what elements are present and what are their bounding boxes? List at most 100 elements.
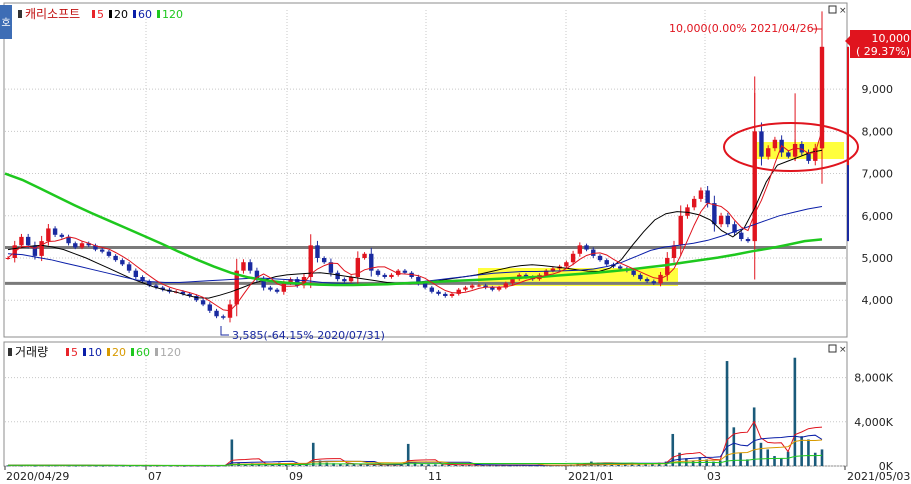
volume-bar (813, 452, 817, 466)
volume-bar (773, 456, 776, 466)
candle-body (712, 203, 717, 225)
volume-bar (718, 460, 722, 466)
price-tick-label: 7,000 (862, 168, 894, 181)
candle-body (106, 251, 112, 256)
legend-swatch (92, 10, 95, 18)
price-title-marker (18, 10, 22, 18)
candle-body (685, 207, 690, 216)
volume-bar (820, 449, 824, 466)
candle-body (691, 198, 697, 208)
volume-title-marker (8, 348, 12, 356)
volume-bar (434, 464, 437, 466)
candle-body (422, 283, 428, 288)
legend-label: 120 (160, 346, 181, 359)
volume-bar (786, 451, 790, 466)
candle-body (443, 293, 448, 296)
volume-bar (440, 464, 444, 466)
candle-body (786, 152, 791, 157)
volume-tick-label: 4,000K (854, 416, 893, 429)
candle-body (5, 258, 11, 259)
legend-swatch (83, 348, 86, 356)
volume-bar (752, 407, 756, 466)
price-panel-close-button[interactable]: × (839, 6, 847, 16)
candle-body (99, 249, 105, 252)
chart-corner-glyph: 호 (1, 17, 10, 29)
x-tick-label: 2021/05/03 (847, 470, 910, 483)
price-tick-label: 6,000 (862, 210, 894, 223)
legend-swatch (66, 348, 69, 356)
price-tick-label: 8,000 (862, 125, 894, 138)
legend-label: 5 (71, 346, 78, 359)
candle-body (631, 270, 636, 275)
current-price-value: 10,000 (872, 32, 911, 45)
candle-body (745, 239, 751, 242)
candle-body (39, 241, 44, 256)
candle-body (671, 245, 677, 258)
volume-panel-close-button[interactable]: × (839, 345, 847, 355)
candle-body (665, 258, 670, 275)
candle-body (200, 300, 206, 305)
candle-body (335, 272, 340, 280)
candle-body (577, 245, 583, 254)
candle-body (52, 228, 58, 235)
volume-bar (420, 463, 424, 466)
candle-body (570, 253, 576, 263)
candle-body (476, 285, 482, 287)
high-annotation: 10,000(0.00% 2021/04/26) (669, 22, 818, 35)
candle-body (739, 232, 744, 239)
legend-label: 20 (112, 346, 126, 359)
candle-body (651, 281, 657, 284)
candle-body (389, 274, 394, 277)
x-tick-label: 03 (707, 470, 721, 483)
legend-label: 5 (97, 8, 104, 21)
candle-body (725, 215, 731, 225)
current-price-change: ( 29.37%) (856, 45, 910, 58)
volume-y-axis: 0K4,000K8,000K (854, 372, 893, 473)
candle-last (820, 46, 824, 149)
volume-bar (739, 452, 742, 466)
candle-body (765, 148, 771, 157)
volume-bar (359, 464, 363, 466)
volume-bar (766, 449, 770, 466)
candle-body (718, 215, 724, 225)
x-tick-label: 09 (289, 470, 303, 483)
volume-tick-label: 8,000K (854, 372, 893, 385)
candle-body (375, 270, 381, 275)
price-tick-label: 9,000 (862, 83, 894, 96)
candle-body (597, 255, 603, 261)
candle-body (510, 279, 515, 284)
candle-body (584, 245, 589, 250)
candle-body (698, 190, 704, 199)
volume-bar (427, 464, 430, 466)
legend-label: 20 (114, 8, 128, 21)
candle-body (214, 310, 219, 317)
volume-bar (793, 357, 797, 466)
stock-name: 캐리소프트 (25, 7, 80, 21)
candle-body (772, 139, 778, 149)
candle-body (241, 262, 246, 271)
candle-body (342, 279, 347, 282)
candle-body (799, 144, 805, 153)
candle-body (463, 287, 468, 290)
candle-body (25, 236, 31, 246)
price-panel-minimize-button[interactable] (828, 5, 837, 14)
candle-body (281, 283, 287, 292)
candle-body (638, 274, 643, 280)
volume-bar (685, 458, 688, 466)
volume-panel-minimize-button[interactable] (828, 344, 837, 353)
candle-body (490, 287, 495, 290)
candle-body (19, 236, 24, 246)
volume-bar (725, 361, 729, 466)
candle-body (469, 285, 475, 288)
date-x-axis: 2020/04/29 07 09 11 2021/01 03 2021/05/03 (4, 466, 910, 483)
candle-body (247, 262, 253, 271)
volume-title: 거래량 (15, 345, 48, 359)
candle-body (496, 287, 502, 290)
candle-body (449, 293, 455, 296)
volume-bar (33, 465, 37, 467)
candle-body (133, 270, 139, 277)
candle-body (221, 316, 226, 318)
volume-bar (759, 442, 763, 466)
candle-body (382, 274, 387, 277)
price-tick-label: 5,000 (862, 252, 894, 265)
